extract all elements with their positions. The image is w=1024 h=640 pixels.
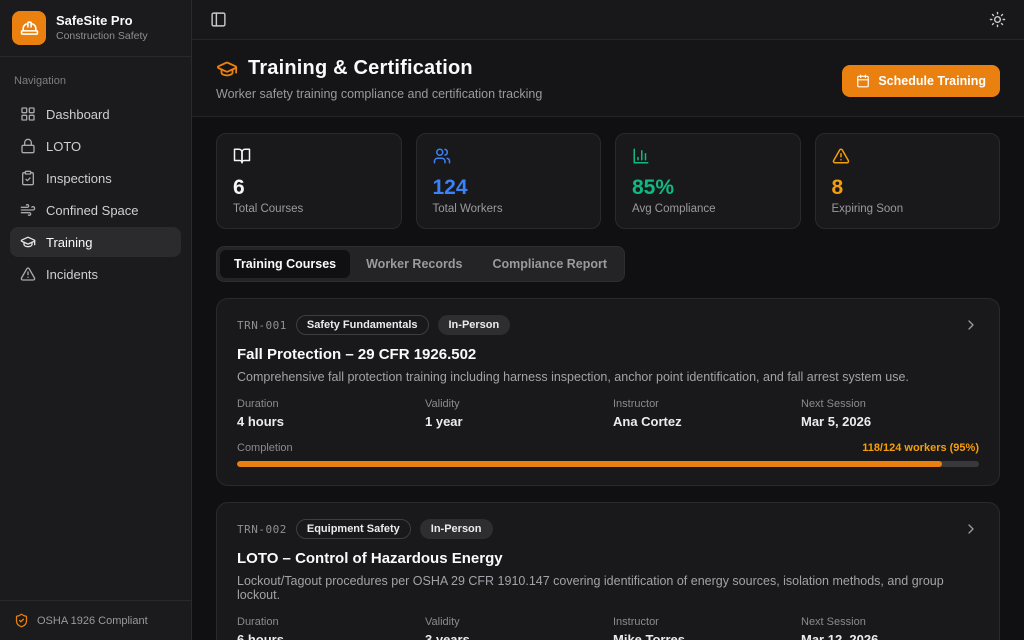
course-card-trn-001[interactable]: TRN-001 Safety Fundamentals In-Person Fa… <box>216 298 1000 486</box>
course-title: LOTO – Control of Hazardous Energy <box>237 550 979 567</box>
compliance-note: OSHA 1926 Compliant <box>37 615 148 627</box>
course-id: TRN-001 <box>237 319 287 332</box>
page-header-text: Training & Certification Worker safety t… <box>216 57 542 101</box>
alert-triangle-icon <box>832 147 984 165</box>
completion-progress-fill <box>237 461 942 467</box>
app-tagline: Construction Safety <box>56 30 148 43</box>
detail-validity: Validity 3 years <box>425 616 603 640</box>
stat-label: Total Courses <box>233 203 385 215</box>
panel-left-icon <box>210 11 227 28</box>
hard-hat-icon <box>12 11 46 45</box>
sidebar-toggle-button[interactable] <box>208 9 229 30</box>
page-header: Training & Certification Worker safety t… <box>192 40 1024 117</box>
alert-triangle-icon <box>20 266 36 282</box>
sidebar-footer: OSHA 1926 Compliant <box>0 600 191 640</box>
sidebar-item-label: Inspections <box>46 171 112 186</box>
stat-value: 85% <box>632 176 784 199</box>
stat-card-expiring-soon: 8 Expiring Soon <box>815 133 1001 229</box>
book-open-icon <box>233 147 385 165</box>
tab-worker-records[interactable]: Worker Records <box>352 250 476 278</box>
sidebar-item-confined-space[interactable]: Confined Space <box>10 195 181 225</box>
stat-label: Expiring Soon <box>832 203 984 215</box>
stat-card-total-workers: 124 Total Workers <box>416 133 602 229</box>
sidebar: SafeSite Pro Construction Safety Navigat… <box>0 0 192 640</box>
bar-chart-icon <box>632 147 784 165</box>
stats-row: 6 Total Courses 124 Total Workers 85% Av… <box>216 133 1000 229</box>
course-mode-badge: In-Person <box>438 315 511 335</box>
page-content: 6 Total Courses 124 Total Workers 85% Av… <box>192 117 1024 640</box>
stat-label: Avg Compliance <box>632 203 784 215</box>
sidebar-item-inspections[interactable]: Inspections <box>10 163 181 193</box>
clipboard-check-icon <box>20 170 36 186</box>
sidebar-item-label: Confined Space <box>46 203 139 218</box>
stat-value: 6 <box>233 176 385 199</box>
layout-grid-icon <box>20 106 36 122</box>
schedule-training-label: Schedule Training <box>878 74 986 88</box>
stat-label: Total Workers <box>433 203 585 215</box>
detail-next-session: Next Session Mar 5, 2026 <box>801 398 979 429</box>
sun-icon <box>989 11 1006 28</box>
sidebar-item-loto[interactable]: LOTO <box>10 131 181 161</box>
course-description: Lockout/Tagout procedures per OSHA 29 CF… <box>237 574 979 602</box>
stat-card-avg-compliance: 85% Avg Compliance <box>615 133 801 229</box>
chevron-right-icon[interactable] <box>963 521 979 537</box>
app-logo-block: SafeSite Pro Construction Safety <box>0 0 191 57</box>
sidebar-item-incidents[interactable]: Incidents <box>10 259 181 289</box>
topbar <box>192 0 1024 40</box>
graduation-cap-icon <box>216 58 238 80</box>
shield-check-icon <box>14 613 29 628</box>
completion-label: Completion <box>237 442 293 454</box>
users-icon <box>433 147 585 165</box>
course-card-trn-002[interactable]: TRN-002 Equipment Safety In-Person LOTO … <box>216 502 1000 640</box>
sidebar-item-training[interactable]: Training <box>10 227 181 257</box>
schedule-training-button[interactable]: Schedule Training <box>842 65 1000 97</box>
course-category-badge: Safety Fundamentals <box>296 315 429 335</box>
calendar-icon <box>856 74 870 88</box>
page-subtitle: Worker safety training compliance and ce… <box>216 87 542 101</box>
course-description: Comprehensive fall protection training i… <box>237 370 979 384</box>
sidebar-item-label: Training <box>46 235 92 250</box>
lock-icon <box>20 138 36 154</box>
chevron-right-icon[interactable] <box>963 317 979 333</box>
page-title: Training & Certification <box>248 57 473 80</box>
wind-icon <box>20 202 36 218</box>
sidebar-item-label: LOTO <box>46 139 81 154</box>
completion-value: 118/124 workers (95%) <box>862 442 979 454</box>
course-mode-badge: In-Person <box>420 519 493 539</box>
app-identity: SafeSite Pro Construction Safety <box>56 13 148 42</box>
nav-section-label: Navigation <box>14 75 177 87</box>
detail-validity: Validity 1 year <box>425 398 603 429</box>
sidebar-item-label: Incidents <box>46 267 98 282</box>
tab-compliance-report[interactable]: Compliance Report <box>478 250 621 278</box>
sidebar-item-dashboard[interactable]: Dashboard <box>10 99 181 129</box>
course-category-badge: Equipment Safety <box>296 519 411 539</box>
detail-duration: Duration 4 hours <box>237 398 415 429</box>
detail-next-session: Next Session Mar 12, 2026 <box>801 616 979 640</box>
course-details: Duration 6 hours Validity 3 years Instru… <box>237 616 979 640</box>
course-id: TRN-002 <box>237 523 287 536</box>
sidebar-nav: Navigation Dashboard LOTO Inspections Co… <box>0 57 191 301</box>
completion-progress-bar <box>237 461 979 467</box>
detail-duration: Duration 6 hours <box>237 616 415 640</box>
tab-bar: Training Courses Worker Records Complian… <box>216 246 625 282</box>
course-details: Duration 4 hours Validity 1 year Instruc… <box>237 398 979 429</box>
sidebar-item-label: Dashboard <box>46 107 110 122</box>
tab-training-courses[interactable]: Training Courses <box>220 250 350 278</box>
course-title: Fall Protection – 29 CFR 1926.502 <box>237 346 979 363</box>
app-name: SafeSite Pro <box>56 13 148 29</box>
stat-value: 8 <box>832 176 984 199</box>
stat-card-total-courses: 6 Total Courses <box>216 133 402 229</box>
graduation-cap-icon <box>20 234 36 250</box>
detail-instructor: Instructor Ana Cortez <box>613 398 791 429</box>
detail-instructor: Instructor Mike Torres <box>613 616 791 640</box>
stat-value: 124 <box>433 176 585 199</box>
theme-toggle-button[interactable] <box>987 9 1008 30</box>
main-area: Training & Certification Worker safety t… <box>192 0 1024 640</box>
